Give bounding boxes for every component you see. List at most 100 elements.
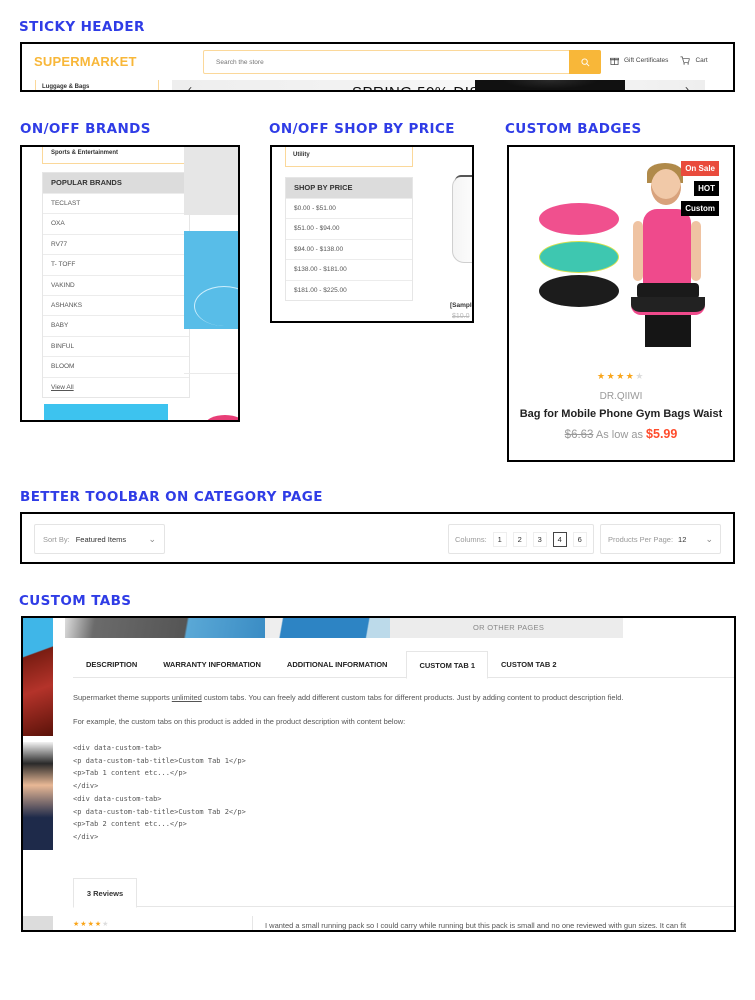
star-filled-icon: ★ (616, 371, 626, 381)
store-logo[interactable]: SUPERMARKET (34, 54, 137, 69)
hero-banner: SPRING 50% DISCOUNT ‹ › (172, 80, 705, 90)
tab-custom-tab-1[interactable]: CUSTOM TAB 1 (406, 651, 489, 679)
promo-banner[interactable]: OR OTHER PAGES (65, 618, 623, 638)
review-text: I wanted a small running pack so I could… (265, 921, 687, 930)
gift-certificates-label: Gift Certificates (624, 57, 669, 64)
products-per-page-select[interactable]: Products Per Page: 12 ⌄ (600, 524, 721, 554)
product-price: $6.63 As low as $5.99 (509, 427, 733, 441)
price-range-item[interactable]: $181.00 - $225.00 (286, 279, 412, 300)
column-option-4[interactable]: 4 (552, 531, 567, 547)
banner-image-part (270, 618, 390, 638)
column-option-6[interactable]: 6 (572, 531, 587, 547)
product-brand[interactable]: DR.QIIWI (509, 391, 733, 402)
banner-prev-arrow-icon[interactable]: ‹ (188, 82, 192, 90)
popular-brands-heading: POPULAR BRANDS (43, 173, 189, 193)
column-option-1[interactable]: 1 (492, 531, 507, 547)
desc-text: Supermarket theme supports (73, 693, 172, 702)
product-image[interactable] (539, 163, 705, 353)
star-empty-icon: ★ (102, 921, 110, 928)
side-block (23, 916, 53, 930)
search-input[interactable] (204, 51, 564, 74)
sale-price: $5.99 (646, 427, 678, 441)
old-price: $6.63 (564, 429, 594, 441)
belt-black (539, 275, 619, 307)
star-filled-icon: ★ (606, 371, 617, 381)
belt-teal (539, 241, 619, 273)
shop-by-price-heading: SHOP BY PRICE (286, 178, 412, 198)
unlimited-link[interactable]: unlimited (172, 693, 202, 702)
code-line: </div> (73, 832, 99, 841)
brand-item[interactable]: BABY (43, 315, 189, 335)
section-title-custom-tabs: CUSTOM TABS (19, 593, 132, 609)
price-range-item[interactable]: $138.00 - $181.00 (286, 259, 412, 279)
star-filled-icon: ★ (597, 371, 607, 381)
product-name[interactable]: Bag for Mobile Phone Gym Bags Waist (509, 408, 733, 420)
brand-item[interactable]: RV77 (43, 233, 189, 254)
price-range-item[interactable]: $0.00 - $51.00 (286, 198, 412, 218)
tab-reviews[interactable]: 3 Reviews (73, 878, 137, 908)
brand-item[interactable]: BLOOM (43, 356, 189, 376)
code-sample: <div data-custom-tab> <p data-custom-tab-… (73, 742, 246, 844)
brand-item[interactable]: ASHANKS (43, 294, 189, 315)
star-filled-icon: ★ (87, 921, 95, 928)
tab-description[interactable]: DESCRIPTION (73, 651, 150, 678)
category-item[interactable]: Sports & Entertainment (42, 147, 190, 164)
jar-lid (455, 175, 472, 183)
brand-item[interactable]: T- TOFF (43, 254, 189, 274)
sort-by-select[interactable]: Sort By: Featured Items ⌄ (34, 524, 165, 554)
code-line: <div data-custom-tab> (73, 744, 162, 752)
desc-text: custom tabs. You can freely add differen… (201, 693, 624, 702)
column-option-2[interactable]: 2 (512, 531, 527, 547)
code-line: <p>Tab 1 content etc...</p> (73, 769, 187, 778)
side-banner (44, 404, 168, 420)
brands-preview: Sports & Entertainment POPULAR BRANDS TE… (20, 145, 240, 422)
tab-example-text: For example, the custom tabs on this pro… (73, 717, 406, 726)
brand-item[interactable]: VAKIND (43, 274, 189, 295)
sort-by-label: Sort By: (43, 534, 70, 544)
category-menu-item[interactable]: Luggage & Bags (35, 80, 159, 90)
divider (252, 916, 253, 930)
model-top (643, 209, 691, 289)
price-range-item[interactable]: $51.00 - $94.00 (286, 218, 412, 238)
category-item[interactable]: Utility (285, 147, 413, 167)
gift-certificates-link[interactable]: Gift Certificates (610, 56, 668, 65)
chevron-down-icon: ⌄ (148, 533, 156, 544)
banner-camera-image (475, 80, 625, 90)
category-toolbar: Sort By: Featured Items ⌄ Columns: 1 2 3… (20, 512, 735, 564)
view-all-brands-link[interactable]: View All (43, 376, 189, 397)
product-card[interactable]: On Sale HOT Custom ★★★★★ DR.QIIWI Bag fo… (507, 145, 735, 462)
review-rating-stars: ★★★★★ (73, 920, 109, 928)
search-button[interactable] (569, 50, 601, 74)
popular-brands-widget: POPULAR BRANDS TECLAST OXA RV77 T- TOFF … (42, 172, 190, 398)
price-range-item[interactable]: $94.00 - $138.00 (286, 238, 412, 259)
brand-item[interactable]: BINFUL (43, 335, 189, 356)
tab-additional-information[interactable]: ADDITIONAL INFORMATION (274, 651, 401, 678)
star-empty-icon: ★ (635, 371, 645, 381)
brand-item[interactable]: OXA (43, 213, 189, 233)
badge-custom: Custom (681, 201, 719, 216)
section-title-badges: CUSTOM BADGES (505, 121, 642, 137)
model-head (651, 169, 681, 205)
belt-pink (539, 203, 619, 235)
tab-description-text: Supermarket theme supports unlimited cus… (73, 692, 734, 703)
tab-custom-tab-2[interactable]: CUSTOM TAB 2 (488, 651, 570, 678)
column-option-3[interactable]: 3 (532, 531, 547, 547)
section-title-sticky-header: STICKY HEADER (19, 19, 145, 35)
per-page-label: Products Per Page: (608, 534, 674, 544)
search-icon (580, 57, 589, 66)
section-title-brands: ON/OFF BRANDS (20, 121, 151, 137)
section-title-toolbar: BETTER TOOLBAR ON CATEGORY PAGE (20, 489, 323, 505)
cart-link[interactable]: Cart (680, 56, 708, 65)
tab-warranty-information[interactable]: WARRANTY INFORMATION (150, 651, 274, 678)
product-name-partial[interactable]: [Sample (450, 302, 472, 309)
badge-on-sale: On Sale (681, 161, 719, 176)
side-banner-image (23, 618, 53, 736)
product-image-placeholder (184, 147, 238, 215)
columns-selector: Columns: 1 2 3 4 6 (448, 524, 594, 554)
brand-item[interactable]: TECLAST (43, 193, 189, 213)
shop-by-price-preview: Utility SHOP BY PRICE $0.00 - $51.00 $51… (270, 145, 474, 323)
reviews-tabbar: 3 Reviews (73, 878, 734, 908)
code-line: <div data-custom-tab> (73, 794, 162, 803)
price-prefix: As low as (595, 429, 643, 441)
banner-next-arrow-icon[interactable]: › (685, 82, 689, 90)
